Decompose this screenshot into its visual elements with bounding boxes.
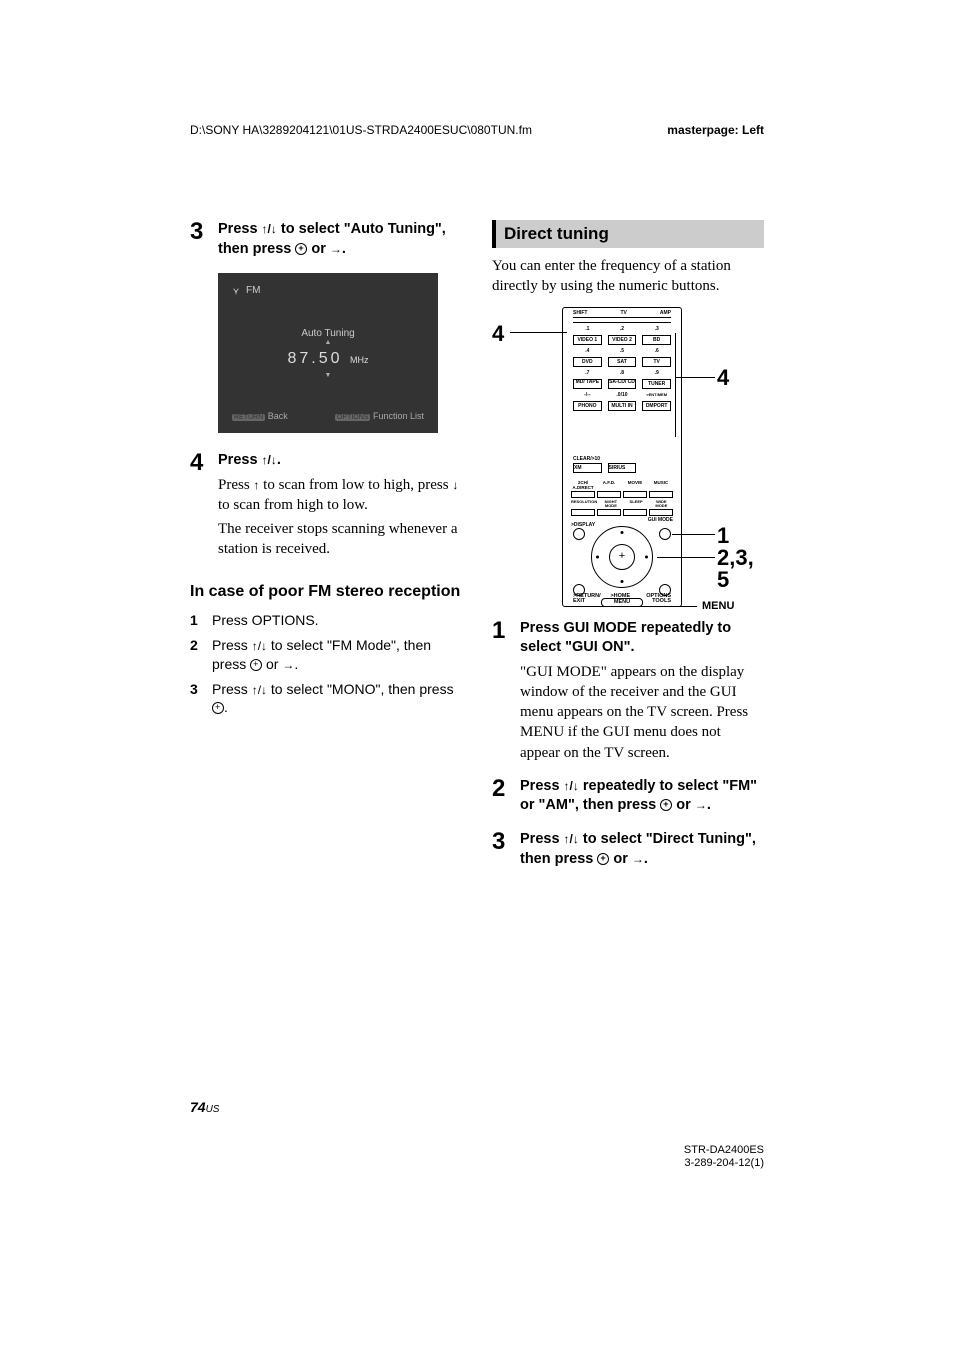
substep-1: 1 Press OPTIONS. <box>190 611 462 630</box>
gui-mode-button <box>659 528 671 540</box>
key-video1: VIDEO 1 <box>573 335 602 345</box>
updown-icon: ↑/↓ <box>564 779 579 793</box>
running-header: D:\SONY HA\3289204121\01US-STRDA2400ESUC… <box>190 123 764 137</box>
key-tuner: TUNER <box>642 379 671 389</box>
enter-icon <box>212 702 224 714</box>
enter-icon <box>660 799 672 811</box>
updown-icon: ↑/↓ <box>262 222 277 236</box>
step-number: 3 <box>492 830 520 873</box>
keypad-grid: .1 .2 .3 VIDEO 1 VIDEO 2 BD .4 .5 .6 DVD… <box>573 326 671 411</box>
key-sirius: SIRIUS <box>608 463 637 473</box>
pointer-235: 2,3, 5 <box>717 547 754 591</box>
shift-label: SHIFT <box>573 310 587 316</box>
key-multiin: MULTI IN <box>608 401 637 411</box>
display-button <box>573 528 585 540</box>
key-xm: XM <box>573 463 602 473</box>
updown-icon: ↑/↓ <box>252 639 267 653</box>
poor-reception-heading: In case of poor FM stereo reception <box>190 582 462 601</box>
amp-label: AMP <box>660 310 671 316</box>
pointer-menu: MENU <box>702 600 734 612</box>
key-cd: SA-CD/ CD <box>608 379 637 389</box>
enter-button: + <box>609 544 635 570</box>
right-arrow-icon: → <box>632 852 644 866</box>
remote-outline: SHIFT TV AMP .1 .2 .3 VIDEO 1 VIDEO 2 BD… <box>562 307 682 607</box>
page-number: 74US <box>190 1099 219 1115</box>
step-2-title: Press ↑/↓ repeatedly to select "FM" or "… <box>520 777 764 816</box>
step-number: 2 <box>492 777 520 820</box>
enter-icon <box>597 853 609 865</box>
substep-text: Press ↑/↓ to select "MONO", then press . <box>212 680 462 718</box>
updown-icon: ↑/↓ <box>252 683 267 697</box>
left-column: 3 Press ↑/↓ to select "Auto Tuning", the… <box>190 220 462 883</box>
key-dvd: DVD <box>573 357 602 367</box>
enter-icon <box>295 243 307 255</box>
substep-num: 3 <box>190 680 212 718</box>
substep-3: 3 Press ↑/↓ to select "MONO", then press… <box>190 680 462 718</box>
right-arrow-icon: → <box>330 242 342 256</box>
up-triangle-icon: ▲ <box>325 339 332 346</box>
step-3-title: Press ↑/↓ to select "Direct Tuning", the… <box>520 830 764 869</box>
return-row: RETURN Back <box>232 411 288 421</box>
frequency-display: 87.50 MHz <box>288 350 369 368</box>
remote-figure: SHIFT TV AMP .1 .2 .3 VIDEO 1 VIDEO 2 BD… <box>492 307 764 607</box>
pointer-4-right: 4 <box>717 365 729 391</box>
step-1-right: 1 Press GUI MODE repeatedly to select "G… <box>492 619 764 767</box>
step-4-left: 4 Press ↑/↓. Press ↑ to scan from low to… <box>190 451 462 564</box>
step-number: 4 <box>190 451 218 564</box>
substep-num: 2 <box>190 636 212 674</box>
key-sat: SAT <box>608 357 637 367</box>
right-arrow-icon: → <box>695 798 707 812</box>
key-tv: TV <box>642 357 671 367</box>
tv-label: TV <box>620 310 626 316</box>
clear-label: CLEAR/>10 <box>573 456 600 462</box>
step-number: 1 <box>492 619 520 767</box>
section-heading: Direct tuning <box>492 220 764 248</box>
antenna-icon <box>232 287 240 295</box>
mode-label: Auto Tuning <box>301 328 354 339</box>
masterpage-label: masterpage: Left <box>667 123 764 137</box>
step-2-right: 2 Press ↑/↓ repeatedly to select "FM" or… <box>492 777 764 820</box>
footer-model: STR-DA2400ES 3-289-204-12(1) <box>684 1144 764 1170</box>
step-1-para: "GUI MODE" appears on the display window… <box>520 662 764 763</box>
step-4-para2: The receiver stops scanning whenever a s… <box>218 519 462 560</box>
key-phono: PHONO <box>573 401 602 411</box>
right-arrow-icon: → <box>282 658 294 672</box>
key-dmport: DMPORT <box>642 401 671 411</box>
osd-screenshot: FM Auto Tuning ▲ 87.50 MHz ▼ RETURN Back… <box>218 273 438 433</box>
step-4-title: Press ↑/↓. <box>218 451 462 471</box>
updown-icon: ↑/↓ <box>262 453 277 467</box>
menu-button: MENU <box>601 598 643 607</box>
step-number: 3 <box>190 220 218 263</box>
substep-num: 1 <box>190 611 212 630</box>
section-intro: You can enter the frequency of a station… <box>492 256 764 297</box>
gui-mode-label: GUI MODE <box>648 518 673 523</box>
step-3-left: 3 Press ↑/↓ to select "Auto Tuning", the… <box>190 220 462 263</box>
down-triangle-icon: ▼ <box>325 372 332 379</box>
substep-2: 2 Press ↑/↓ to select "FM Mode", then pr… <box>190 636 462 674</box>
step-3-right: 3 Press ↑/↓ to select "Direct Tuning", t… <box>492 830 764 873</box>
substep-text: Press ↑/↓ to select "FM Mode", then pres… <box>212 636 462 674</box>
right-column: Direct tuning You can enter the frequenc… <box>492 220 764 883</box>
key-bd: BD <box>642 335 671 345</box>
key-md: MD/ TAPE <box>573 379 602 389</box>
updown-icon: ↑/↓ <box>564 832 579 846</box>
down-arrow-icon: ↓ <box>452 478 458 492</box>
pointer-4-left: 4 <box>492 321 504 347</box>
step-4-para1: Press ↑ to scan from low to high, press … <box>218 475 462 516</box>
key-video2: VIDEO 2 <box>608 335 637 345</box>
file-path: D:\SONY HA\3289204121\01US-STRDA2400ESUC… <box>190 123 532 137</box>
enter-icon <box>250 659 262 671</box>
band-label: FM <box>246 285 260 296</box>
options-row: OPTIONS Function List <box>335 411 424 421</box>
step-1-title: Press GUI MODE repeatedly to select "GUI… <box>520 619 764 658</box>
content-columns: 3 Press ↑/↓ to select "Auto Tuning", the… <box>190 220 764 883</box>
step-3-title: Press ↑/↓ to select "Auto Tuning", then … <box>218 220 462 259</box>
dpad: + <box>591 526 653 588</box>
substep-text: Press OPTIONS. <box>212 611 462 630</box>
